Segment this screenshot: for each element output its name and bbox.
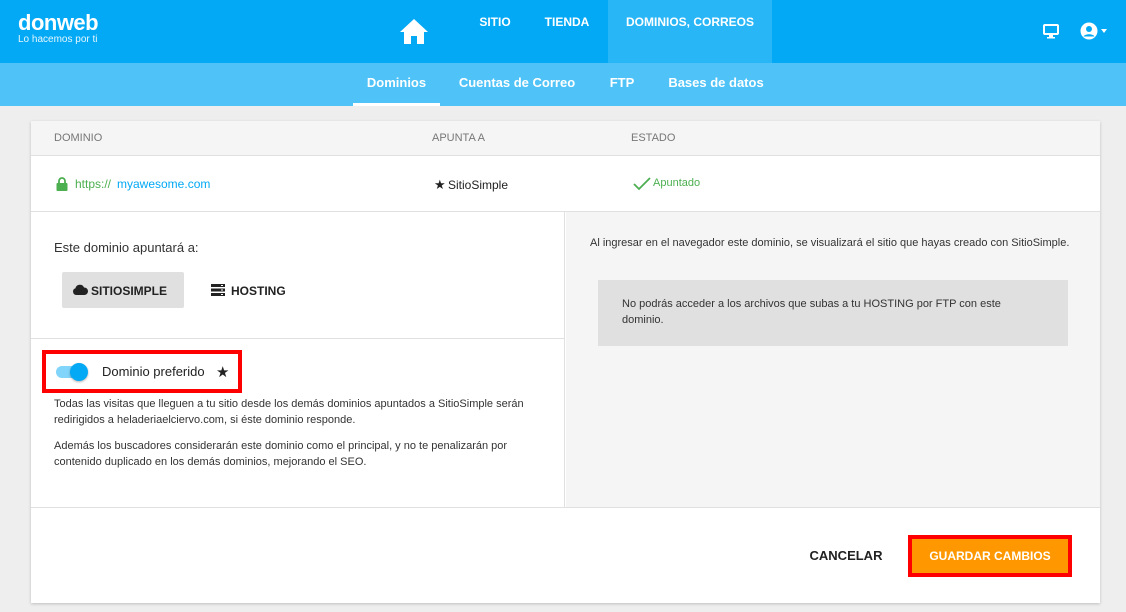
option-hosting[interactable]: HOSTING bbox=[211, 272, 311, 308]
header-apunta: APUNTA A bbox=[432, 132, 485, 144]
nav-dominios-correos[interactable]: DOMINIOS, CORREOS bbox=[608, 0, 772, 63]
target-description: Al ingresar en el navegador este dominio… bbox=[590, 237, 1070, 249]
nav-tienda[interactable]: TIENDA bbox=[530, 0, 604, 63]
option-hosting-label: HOSTING bbox=[231, 284, 286, 298]
save-button[interactable]: GUARDAR CAMBIOS bbox=[908, 535, 1072, 577]
monitor-icon[interactable] bbox=[1043, 23, 1059, 39]
target-selector: Este dominio apuntará a: SITIOSIMPLE HOS… bbox=[31, 212, 565, 339]
server-icon bbox=[211, 284, 225, 296]
brand-name: donweb bbox=[18, 10, 99, 35]
brand-logo[interactable]: donweb Lo hacemos por ti bbox=[18, 10, 99, 46]
ftp-info-box: No podrás acceder a los archivos que sub… bbox=[598, 280, 1068, 346]
lock-icon bbox=[56, 177, 68, 191]
tab-ftp[interactable]: FTP bbox=[600, 63, 644, 106]
domain-protocol: https:// bbox=[75, 177, 112, 191]
toggle-knob bbox=[70, 363, 88, 381]
apunta-value: SitioSimple bbox=[448, 178, 509, 192]
preferred-description-1: Todas las visitas que lleguen a tu sitio… bbox=[54, 398, 524, 426]
top-navbar: donweb Lo hacemos por ti SITIO TIENDA DO… bbox=[0, 0, 1126, 63]
option-sitiosimple-label: SITIOSIMPLE bbox=[91, 284, 168, 298]
home-icon[interactable] bbox=[398, 17, 430, 45]
preferred-domain-toggle[interactable] bbox=[56, 363, 88, 381]
config-right-panel: Al ingresar en el navegador este dominio… bbox=[566, 212, 1100, 507]
cancel-button[interactable]: CANCELAR bbox=[801, 545, 891, 565]
preferred-description-2: Además los buscadores considerarán este … bbox=[54, 440, 508, 468]
option-sitiosimple[interactable]: SITIOSIMPLE bbox=[62, 272, 184, 308]
tab-dominios[interactable]: Dominios bbox=[353, 63, 440, 106]
card-footer: CANCELAR GUARDAR CAMBIOS bbox=[31, 507, 1100, 603]
nav-sitio[interactable]: SITIO bbox=[462, 0, 528, 63]
user-icon[interactable] bbox=[1080, 22, 1098, 40]
estado-value: Apuntado bbox=[653, 177, 701, 189]
caret-down-icon[interactable] bbox=[1101, 29, 1107, 33]
domain-link[interactable]: myawesome.com bbox=[117, 177, 210, 191]
star-icon: ★ bbox=[216, 364, 230, 381]
domain-card: DOMINIO APUNTA A ESTADO https:// myaweso… bbox=[31, 121, 1100, 603]
star-icon: ★ bbox=[434, 177, 446, 192]
config-left-panel: Este dominio apuntará a: SITIOSIMPLE HOS… bbox=[31, 212, 565, 507]
check-icon bbox=[633, 177, 651, 191]
header-estado: ESTADO bbox=[631, 132, 676, 144]
cloud-icon bbox=[73, 284, 88, 295]
table-header: DOMINIO APUNTA A ESTADO bbox=[31, 121, 1100, 156]
brand-tagline: Lo hacemos por ti bbox=[18, 34, 98, 45]
tab-bases-datos[interactable]: Bases de datos bbox=[660, 63, 772, 106]
tab-cuentas-correo[interactable]: Cuentas de Correo bbox=[452, 63, 582, 106]
table-row[interactable]: https:// myawesome.com ★ SitioSimple Apu… bbox=[31, 157, 1100, 212]
sub-navbar: Dominios Cuentas de Correo FTP Bases de … bbox=[0, 63, 1126, 106]
header-dominio: DOMINIO bbox=[54, 132, 103, 144]
preferred-domain-label: Dominio preferido bbox=[102, 364, 205, 379]
target-heading: Este dominio apuntará a: bbox=[54, 240, 199, 255]
preferred-domain-highlight: Dominio preferido ★ bbox=[42, 350, 242, 393]
